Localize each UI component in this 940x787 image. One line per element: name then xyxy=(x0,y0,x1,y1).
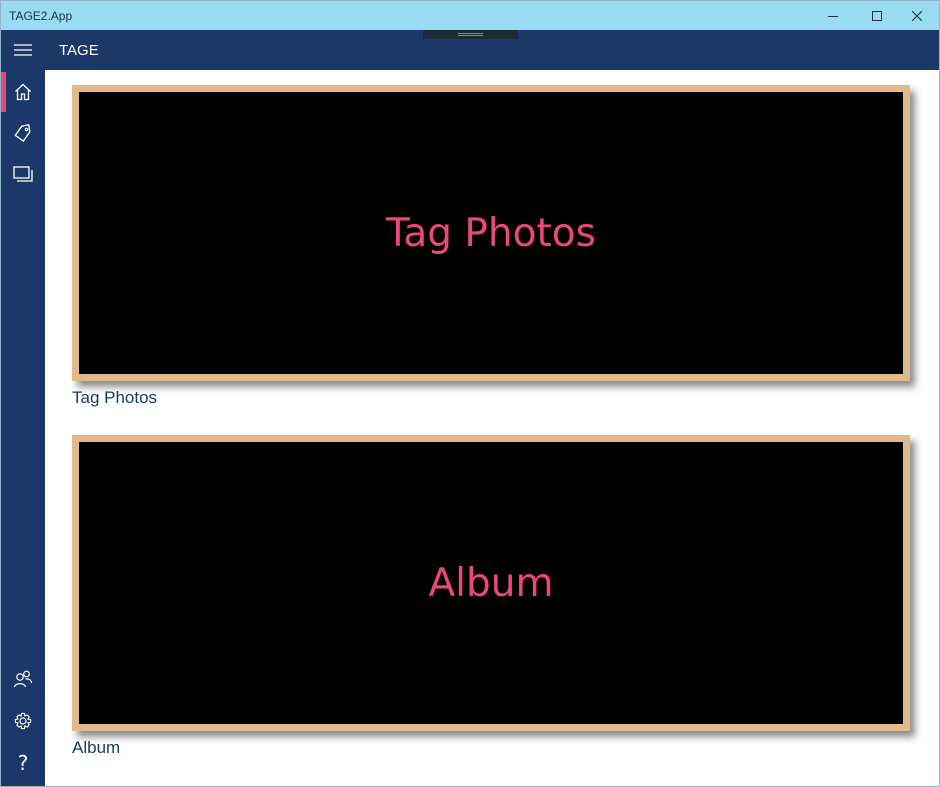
sidebar-item-settings[interactable] xyxy=(1,701,45,741)
close-icon xyxy=(912,10,922,21)
tile-album[interactable]: Album xyxy=(72,435,910,731)
album-icon xyxy=(13,166,33,182)
tile-tag-photos-caption: Tag Photos xyxy=(72,388,158,407)
app-title: TAGE xyxy=(59,42,99,59)
tag-icon xyxy=(14,124,31,142)
help-icon: ? xyxy=(17,751,29,775)
minimize-icon xyxy=(828,15,838,17)
hamburger-menu-button[interactable] xyxy=(1,30,45,70)
tile-album-body: Album xyxy=(79,442,903,724)
minimize-button[interactable] xyxy=(813,1,853,30)
main-content: Tag Photos Tag Photos Album Album xyxy=(45,70,939,786)
sidebar-nav: ? xyxy=(1,70,45,786)
sidebar-item-people[interactable] xyxy=(1,659,45,699)
home-icon xyxy=(15,83,31,101)
gear-icon xyxy=(14,712,32,730)
sidebar-item-album[interactable] xyxy=(1,154,45,194)
tile-album-caption: Album xyxy=(72,738,121,757)
hamburger-icon xyxy=(14,44,32,56)
tile-tag-photos-title: Tag Photos xyxy=(386,210,596,256)
tile-album-title: Album xyxy=(428,560,554,606)
sidebar-item-tag[interactable] xyxy=(1,113,45,153)
window-title: TAGE2.App xyxy=(9,9,73,23)
sidebar-item-home[interactable] xyxy=(1,72,45,112)
tile-tag-photos-body: Tag Photos xyxy=(79,92,903,374)
sidebar-item-help[interactable]: ? xyxy=(1,743,45,783)
app-window: TAGE2.App TAGE ? Tag Photos Tag Photos A… xyxy=(0,0,940,787)
tile-tag-photos[interactable]: Tag Photos xyxy=(72,85,910,381)
people-icon xyxy=(13,670,33,688)
title-bar-grip[interactable] xyxy=(423,30,518,39)
title-bar[interactable]: TAGE2.App xyxy=(1,1,939,30)
close-button[interactable] xyxy=(897,1,937,30)
maximize-button[interactable] xyxy=(857,1,897,30)
maximize-icon xyxy=(872,10,882,21)
